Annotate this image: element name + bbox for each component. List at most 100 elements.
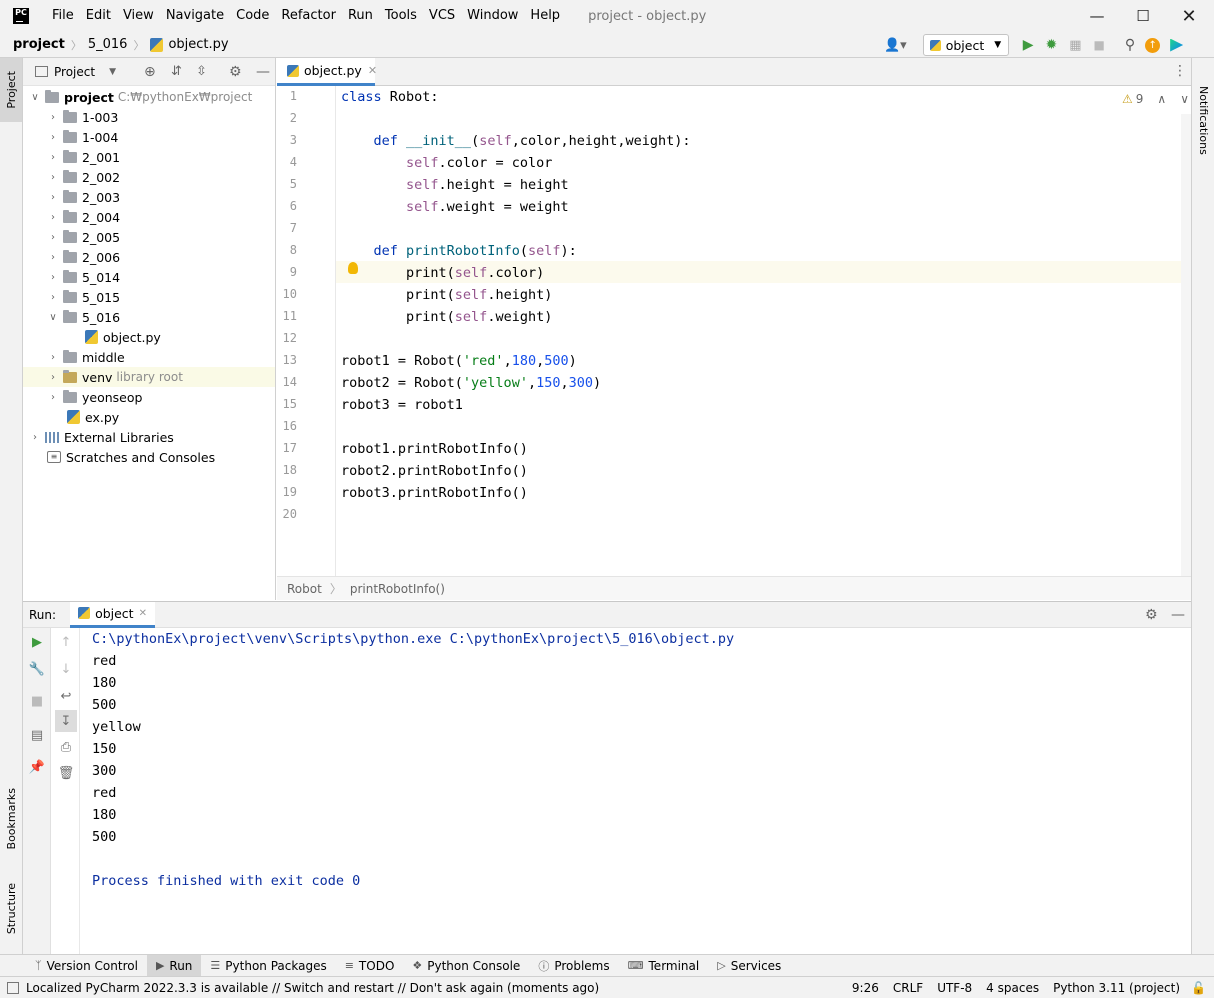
gear-icon[interactable]: ⚙ xyxy=(229,64,242,80)
menu-window[interactable]: Window xyxy=(461,0,524,32)
chevron-right-icon[interactable]: › xyxy=(29,432,41,443)
console-output[interactable]: C:\pythonEx\project\venv\Scripts\python.… xyxy=(92,628,1182,955)
indent-setting[interactable]: 4 spaces xyxy=(979,981,1046,995)
tree-item[interactable]: › 5_014 xyxy=(23,267,275,287)
tree-item[interactable]: › 1-004 xyxy=(23,127,275,147)
run-tab-object[interactable]: object ✕ xyxy=(70,601,155,628)
menu-run[interactable]: Run xyxy=(342,0,379,32)
menu-edit[interactable]: Edit xyxy=(80,0,117,32)
collapse-all-icon[interactable]: ⇳ xyxy=(196,64,207,79)
chevron-down-icon[interactable]: ∨ xyxy=(47,312,59,323)
tab-bookmarks[interactable]: Bookmarks xyxy=(0,778,22,860)
stop-icon[interactable]: ■ xyxy=(26,690,48,712)
print-icon[interactable]: ⎙ xyxy=(55,736,77,758)
pin-icon[interactable]: 📌 xyxy=(26,756,48,778)
coverage-icon[interactable]: ▦ xyxy=(1069,38,1081,53)
menu-navigate[interactable]: Navigate xyxy=(160,0,230,32)
menu-vcs[interactable]: VCS xyxy=(423,0,461,32)
wrench-icon[interactable]: 🔧 xyxy=(26,658,48,680)
tool-services[interactable]: ▷ Services xyxy=(708,955,790,977)
chevron-right-icon[interactable]: › xyxy=(47,292,59,303)
rerun-icon[interactable]: ▶ xyxy=(26,631,48,653)
tree-item[interactable]: ≡ Scratches and Consoles xyxy=(23,447,275,467)
update-icon[interactable]: ↑ xyxy=(1145,37,1161,53)
editor-tab-object[interactable]: object.py ✕ xyxy=(277,58,377,86)
chevron-right-icon[interactable]: › xyxy=(47,352,59,363)
tree-item[interactable]: › 5_015 xyxy=(23,287,275,307)
menu-help[interactable]: Help xyxy=(524,0,566,32)
layout-icon[interactable]: ▤ xyxy=(26,724,48,746)
tool-python-console[interactable]: ❖ Python Console xyxy=(403,955,529,977)
tree-item[interactable]: › 2_006 xyxy=(23,247,275,267)
arrow-down-icon[interactable]: ↓ xyxy=(55,658,77,680)
tree-root[interactable]: ∨ project C:₩pythonEx₩project xyxy=(23,87,275,107)
line-separator[interactable]: CRLF xyxy=(886,981,930,995)
close-tab-icon[interactable]: ✕ xyxy=(368,64,377,77)
tree-item[interactable]: › 2_002 xyxy=(23,167,275,187)
chevron-right-icon[interactable]: › xyxy=(47,132,59,143)
status-toggle-icon[interactable] xyxy=(7,981,19,994)
tool-problems[interactable]: ⓘ Problems xyxy=(529,955,618,977)
tree-item[interactable]: › venv library root xyxy=(23,367,275,387)
tree-item[interactable]: object.py xyxy=(23,327,275,347)
chevron-right-icon[interactable]: › xyxy=(47,252,59,263)
menu-refactor[interactable]: Refactor xyxy=(275,0,342,32)
soft-wrap-icon[interactable]: ↩ xyxy=(55,685,77,707)
chevron-right-icon[interactable]: › xyxy=(47,392,59,403)
tree-item[interactable]: › 2_003 xyxy=(23,187,275,207)
breadcrumb-class[interactable]: Robot xyxy=(287,582,322,596)
breadcrumb-method[interactable]: printRobotInfo() xyxy=(350,582,445,596)
chevron-right-icon[interactable]: › xyxy=(47,152,59,163)
locate-icon[interactable]: ⊕ xyxy=(144,64,156,80)
user-icon[interactable]: 👤▾ xyxy=(884,38,907,53)
chevron-right-icon[interactable]: › xyxy=(47,372,59,383)
minimize-icon[interactable]: — xyxy=(1074,0,1120,32)
chevron-right-icon[interactable]: › xyxy=(47,232,59,243)
lock-icon[interactable]: 🔓 xyxy=(1191,981,1206,995)
chevron-right-icon[interactable]: › xyxy=(47,112,59,123)
gear-icon[interactable]: ⚙ xyxy=(1145,607,1158,623)
project-view-label[interactable]: Project xyxy=(54,65,95,79)
tree-item[interactable]: ex.py xyxy=(23,407,275,427)
tool-terminal[interactable]: ⌨ Terminal xyxy=(619,955,709,977)
menu-file[interactable]: File xyxy=(46,0,80,32)
chevron-up-icon[interactable]: ∧ xyxy=(1157,92,1166,106)
tree-item[interactable]: › 2_004 xyxy=(23,207,275,227)
code-area[interactable]: class Robot: def __init__(self,color,hei… xyxy=(337,86,1181,576)
arrow-up-icon[interactable]: ↑ xyxy=(55,631,77,653)
maximize-icon[interactable]: ☐ xyxy=(1120,0,1166,32)
chevron-right-icon[interactable]: › xyxy=(47,192,59,203)
tool-run[interactable]: ▶ Run xyxy=(146,954,202,977)
tree-item[interactable]: › 1-003 xyxy=(23,107,275,127)
breadcrumb-file[interactable]: object.py xyxy=(150,37,229,52)
hide-icon[interactable]: — xyxy=(1171,607,1185,623)
more-icon[interactable]: ⋮ xyxy=(1173,63,1187,79)
tree-item[interactable]: › External Libraries xyxy=(23,427,275,447)
chevron-down-icon[interactable]: ∨ xyxy=(29,92,41,103)
expand-all-icon[interactable]: ⇵ xyxy=(171,64,182,79)
tool-version-control[interactable]: ᛉ Version Control xyxy=(26,955,147,977)
interpreter[interactable]: Python 3.11 (project) xyxy=(1046,981,1187,995)
close-tab-icon[interactable]: ✕ xyxy=(139,608,147,619)
run-icon[interactable]: ▶ xyxy=(1023,37,1034,53)
file-encoding[interactable]: UTF-8 xyxy=(930,981,979,995)
caret-position[interactable]: 9:26 xyxy=(845,981,886,995)
chevron-down-icon[interactable]: ▼ xyxy=(109,67,116,77)
tree-item[interactable]: ∨ 5_016 xyxy=(23,307,275,327)
menu-tools[interactable]: Tools xyxy=(379,0,423,32)
chevron-right-icon[interactable]: › xyxy=(47,272,59,283)
inspection-widget[interactable]: ⚠ 9 ∧ ∨ xyxy=(1122,92,1189,106)
run-config-select[interactable]: object ▼ xyxy=(922,34,1009,56)
stop-icon[interactable]: ■ xyxy=(1094,38,1105,52)
jetbrains-icon[interactable] xyxy=(1170,38,1184,52)
tree-item[interactable]: › 2_001 xyxy=(23,147,275,167)
scroll-to-end-icon[interactable]: ↧ xyxy=(55,710,77,732)
trash-icon[interactable]: 🗑 xyxy=(55,762,77,784)
tree-item[interactable]: › middle xyxy=(23,347,275,367)
menu-view[interactable]: View xyxy=(117,0,160,32)
editor-scrollbar[interactable] xyxy=(1181,114,1191,576)
tab-structure[interactable]: Structure xyxy=(0,873,22,945)
search-icon[interactable]: ⚲ xyxy=(1125,37,1135,53)
tab-project[interactable]: Project xyxy=(0,58,22,122)
status-message[interactable]: Localized PyCharm 2022.3.3 is available … xyxy=(26,981,599,995)
